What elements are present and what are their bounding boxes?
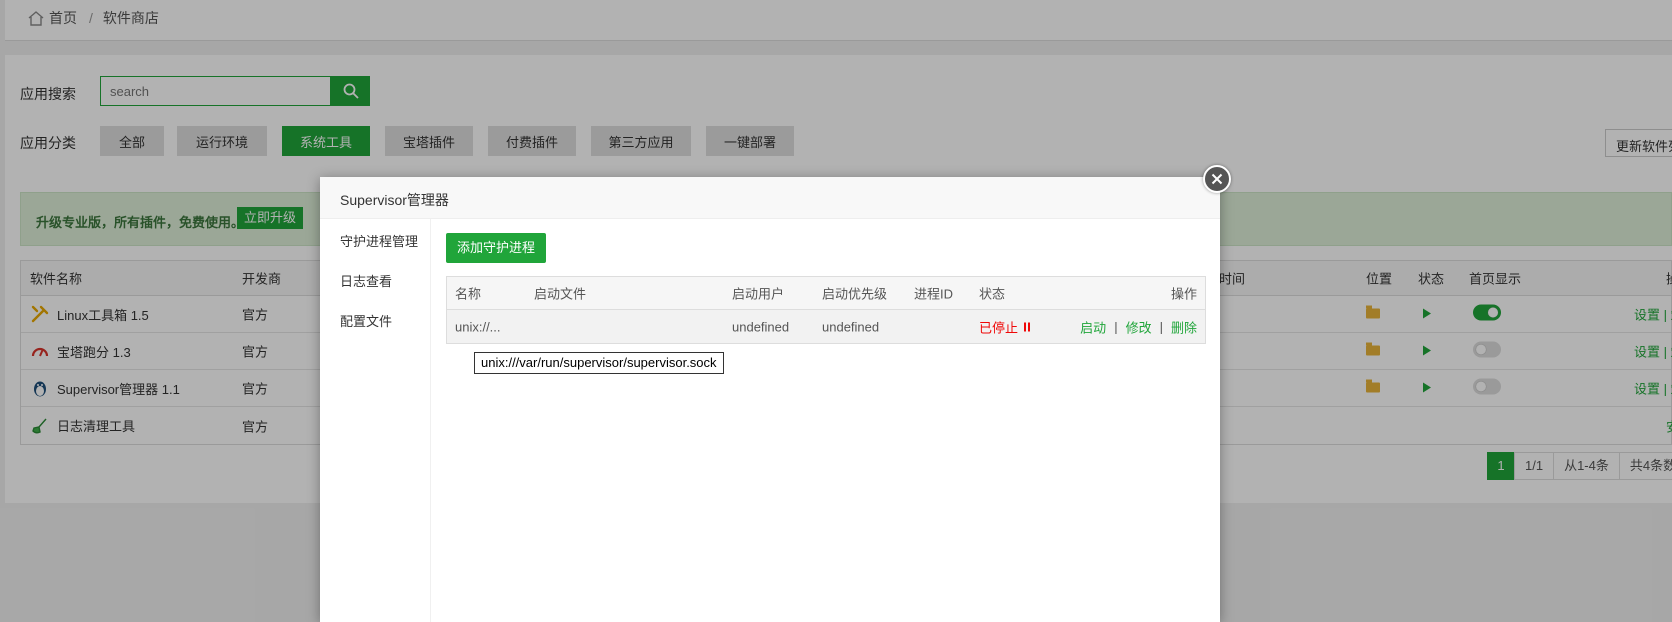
modal-content: 添加守护进程 名称 启动文件 启动用户 启动优先级 进程ID 状态 操作 uni… [430, 219, 1220, 622]
process-row: unix://... undefined undefined 已停止 启动 | … [447, 310, 1205, 343]
process-status: 已停止 [979, 317, 1031, 336]
process-start-user: undefined [732, 319, 790, 334]
process-status-text: 已停止 [979, 320, 1019, 335]
sidebar-item-config[interactable]: 配置文件 [320, 299, 430, 339]
header-start-file: 启动文件 [534, 286, 587, 302]
add-process-button[interactable]: 添加守护进程 [446, 233, 547, 263]
sidebar-item-process-manager[interactable]: 守护进程管理 [320, 219, 430, 259]
process-priority: undefined [822, 319, 880, 334]
header-priority: 启动优先级 [822, 286, 888, 302]
process-ops: 启动 | 修改 | 删除 [1080, 317, 1197, 336]
close-icon [1211, 173, 1223, 185]
sidebar-item-logs[interactable]: 日志查看 [320, 259, 430, 299]
header-ops: 操作 [1170, 286, 1197, 302]
process-name-tooltip: unix:///var/run/supervisor/supervisor.so… [474, 352, 724, 374]
modal-sidebar: 守护进程管理 日志查看 配置文件 [320, 219, 430, 622]
supervisor-modal: Supervisor管理器 守护进程管理 日志查看 配置文件 添加守护进程 名称… [320, 177, 1220, 622]
header-pid: 进程ID [914, 286, 954, 302]
header-status: 状态 [979, 286, 1006, 302]
process-table-header: 名称 启动文件 启动用户 启动优先级 进程ID 状态 操作 [447, 277, 1205, 310]
process-name[interactable]: unix://... [455, 319, 501, 334]
header-name: 名称 [455, 286, 482, 302]
pause-icon [1024, 322, 1031, 331]
header-start-user: 启动用户 [732, 286, 785, 302]
ops-separator: | [1159, 319, 1163, 334]
edit-button[interactable]: 修改 [1126, 317, 1152, 336]
process-table: 名称 启动文件 启动用户 启动优先级 进程ID 状态 操作 unix://...… [446, 276, 1206, 344]
close-modal-button[interactable] [1203, 165, 1231, 193]
ops-separator: | [1114, 319, 1118, 334]
start-button[interactable]: 启动 [1080, 317, 1106, 336]
delete-button[interactable]: 删除 [1171, 317, 1197, 336]
modal-title: Supervisor管理器 [320, 177, 1220, 219]
